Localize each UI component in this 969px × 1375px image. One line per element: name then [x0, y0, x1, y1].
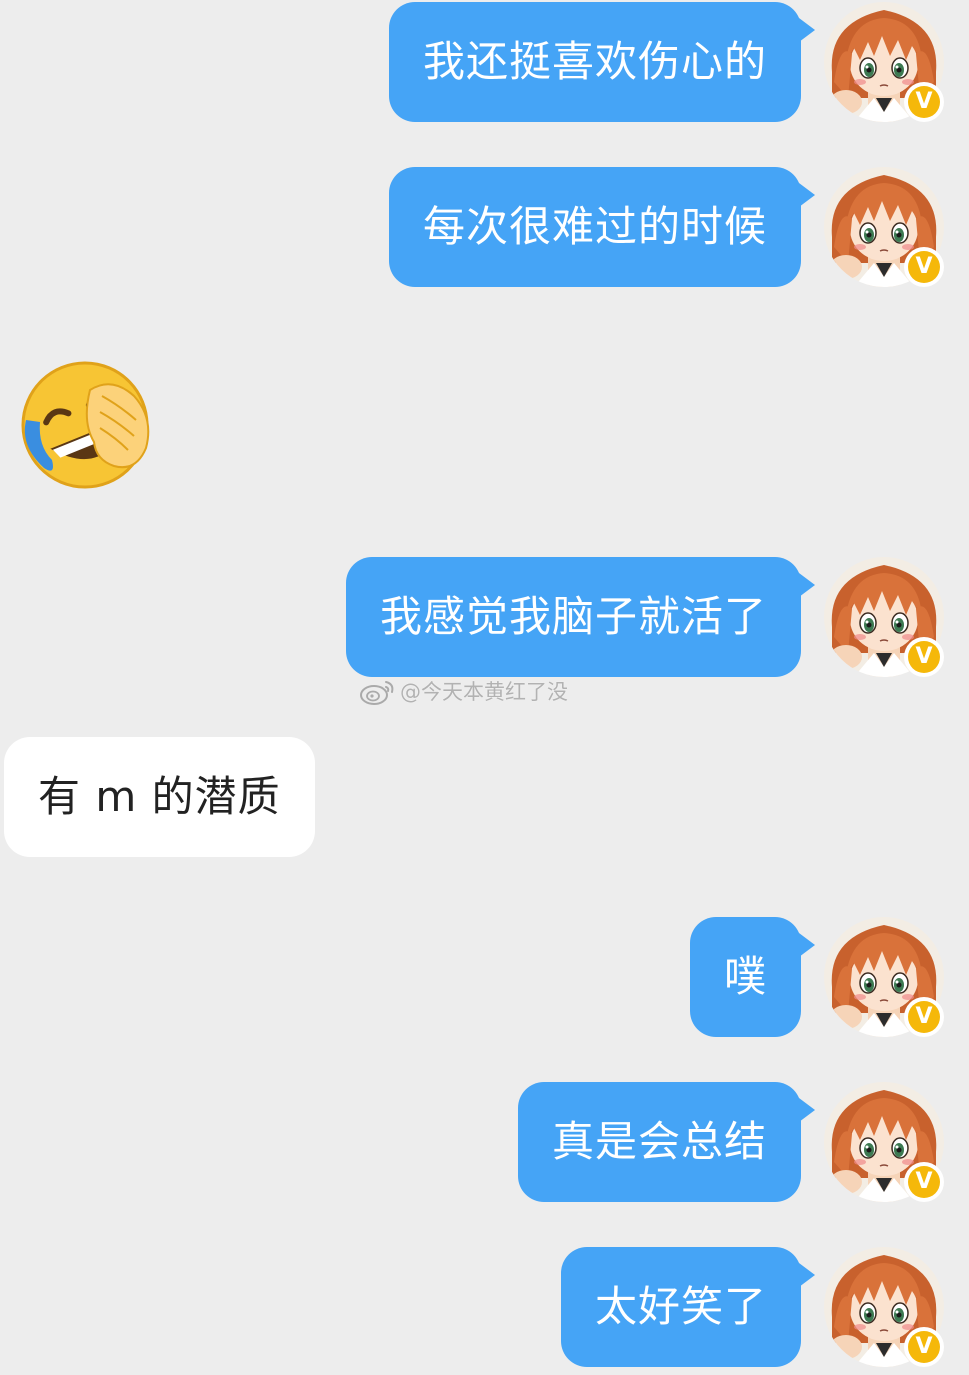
- message-text: 我感觉我脑子就活了: [379, 592, 767, 641]
- outgoing-message-bubble[interactable]: 噗: [689, 917, 816, 1037]
- watermark: @今天本黄红了没: [358, 674, 568, 708]
- verified-badge-icon: V: [904, 247, 944, 287]
- avatar[interactable]: V: [824, 167, 944, 287]
- incoming-message-bubble[interactable]: 有 m 的潜质: [4, 737, 315, 857]
- chat-area: 我还挺喜欢伤心的 V 每次很难过的时候 V 我感觉我脑子就活了 V @今天本黄红…: [0, 0, 969, 1375]
- verified-badge-icon: V: [904, 1327, 944, 1367]
- outgoing-message-bubble[interactable]: 真是会总结: [517, 1082, 816, 1202]
- avatar[interactable]: V: [824, 1082, 944, 1202]
- weibo-logo-icon: [360, 681, 394, 705]
- message-text: 每次很难过的时候: [422, 202, 767, 251]
- avatar[interactable]: V: [824, 1247, 944, 1367]
- avatar[interactable]: V: [824, 557, 944, 677]
- verified-badge-icon: V: [904, 997, 944, 1037]
- message-text: 太好笑了: [594, 1282, 767, 1331]
- avatar[interactable]: V: [824, 2, 944, 122]
- message-text: 噗: [723, 952, 767, 1001]
- watermark-text: @今天本黄红了没: [400, 680, 568, 704]
- verified-badge-icon: V: [904, 1162, 944, 1202]
- rolling-on-the-floor-laughing-emoji-icon[interactable]: [16, 356, 154, 494]
- verified-badge-icon: V: [904, 637, 944, 677]
- message-text: 我还挺喜欢伤心的: [422, 37, 767, 86]
- outgoing-message-bubble[interactable]: 我还挺喜欢伤心的: [388, 2, 816, 122]
- message-text: 有 m 的潜质: [38, 772, 281, 821]
- outgoing-message-bubble[interactable]: 我感觉我脑子就活了: [345, 557, 816, 677]
- avatar[interactable]: V: [824, 917, 944, 1037]
- outgoing-message-bubble[interactable]: 每次很难过的时候: [388, 167, 816, 287]
- message-text: 真是会总结: [551, 1117, 767, 1166]
- outgoing-message-bubble[interactable]: 太好笑了: [560, 1247, 816, 1367]
- verified-badge-icon: V: [904, 82, 944, 122]
